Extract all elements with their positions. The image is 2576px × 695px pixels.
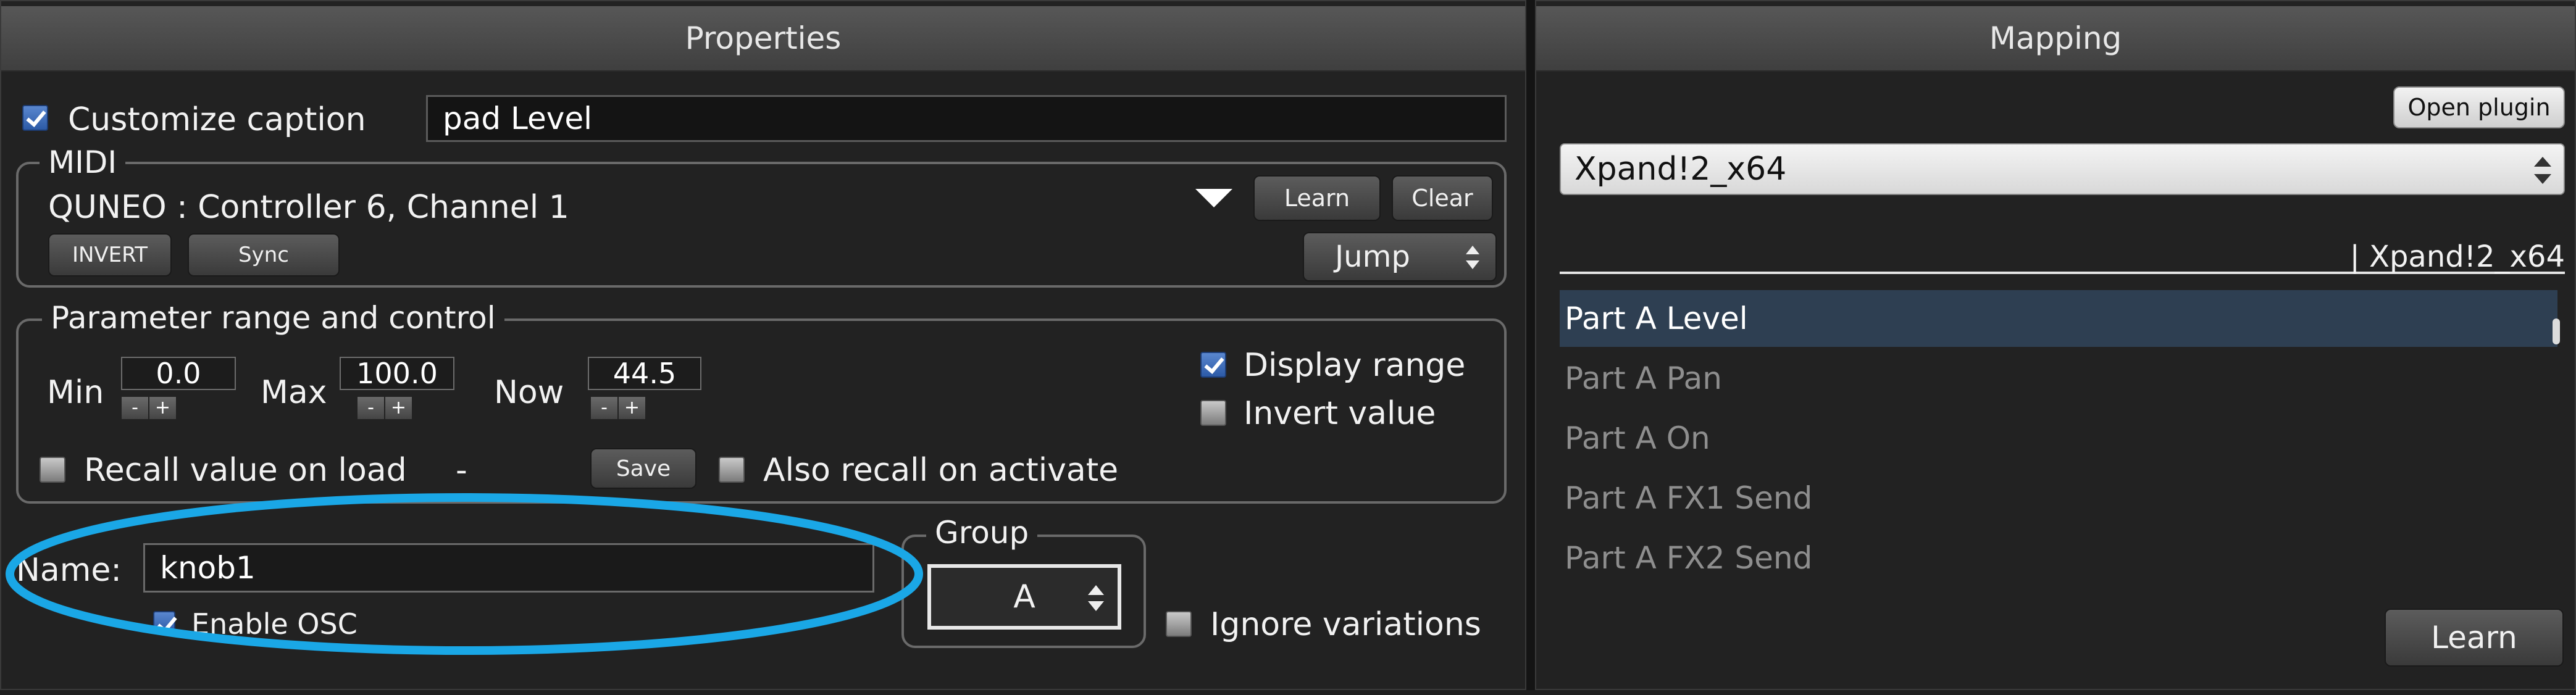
caption-input-value: pad Level — [443, 101, 592, 136]
parameter-range-legend: Parameter range and control — [42, 302, 504, 333]
midi-learn-button[interactable]: Learn — [1253, 175, 1381, 221]
mapping-learn-label: Learn — [2431, 620, 2517, 655]
midi-legend: MIDI — [40, 147, 126, 178]
properties-header: Properties — [1, 6, 1525, 72]
max-label: Max — [261, 374, 327, 411]
parameter-list-item[interactable]: Part A FX2 Send — [1560, 530, 2557, 580]
now-decrement-button[interactable]: - — [590, 396, 618, 420]
parameter-list-item[interactable]: Part A Pan — [1560, 350, 2557, 407]
group-select[interactable]: A — [927, 564, 1121, 630]
plugin-select[interactable]: Xpand!2_x64 — [1560, 143, 2565, 195]
max-increment-button[interactable]: + — [385, 396, 412, 420]
midi-mode-value: Jump — [1335, 239, 1410, 274]
parameter-list-item[interactable]: Part A On — [1560, 410, 2557, 467]
min-label: Min — [47, 374, 104, 411]
midi-learn-label: Learn — [1284, 185, 1350, 212]
invert-value-label: Invert value — [1244, 395, 1436, 432]
parameter-list-scrollbar[interactable] — [2553, 318, 2560, 344]
parameter-list-item[interactable]: Part A Level — [1560, 290, 2557, 347]
max-value-text: 100.0 — [356, 357, 438, 390]
plugin-select-value: Xpand!2_x64 — [1574, 151, 1787, 188]
also-recall-checkbox[interactable] — [719, 457, 745, 483]
display-range-checkbox[interactable] — [1200, 352, 1226, 378]
mapping-title: Mapping — [1989, 20, 2122, 56]
panel-splitter[interactable] — [1526, 0, 1535, 690]
now-stepper[interactable]: - + — [590, 396, 646, 420]
midi-source-label: QUNEO : Controller 6, Channel 1 — [48, 189, 569, 226]
min-increment-button[interactable]: + — [149, 396, 177, 420]
properties-title: Properties — [685, 20, 842, 56]
mapping-header: Mapping — [1536, 6, 2575, 72]
now-value-text: 44.5 — [613, 357, 677, 390]
updown-arrows-icon — [1466, 246, 1479, 269]
min-stepper[interactable]: - + — [121, 396, 177, 420]
min-decrement-button[interactable]: - — [121, 396, 149, 420]
max-value[interactable]: 100.0 — [340, 357, 454, 390]
now-increment-button[interactable]: + — [618, 396, 646, 420]
group-value: A — [1013, 578, 1035, 615]
save-label: Save — [616, 456, 671, 481]
max-decrement-button[interactable]: - — [357, 396, 385, 420]
app-window: Properties Customize caption pad Level M… — [0, 0, 2576, 695]
min-value[interactable]: 0.0 — [121, 357, 236, 390]
mapping-column-header-label: | Xpand!2_x64 — [2349, 239, 2565, 274]
invert-value-checkbox[interactable] — [1200, 400, 1226, 426]
midi-dropdown-arrow-icon[interactable] — [1195, 189, 1232, 209]
midi-clear-button[interactable]: Clear — [1392, 175, 1493, 221]
display-range-label: Display range — [1244, 347, 1466, 384]
updown-arrows-icon — [2534, 157, 2551, 184]
midi-clear-label: Clear — [1411, 185, 1473, 212]
customize-caption-label: Customize caption — [68, 101, 366, 138]
max-stepper[interactable]: - + — [357, 396, 412, 420]
sync-button[interactable]: Sync — [188, 233, 340, 277]
now-value[interactable]: 44.5 — [588, 357, 701, 390]
mapping-column-header: | Xpand!2_x64 — [1560, 238, 2565, 274]
min-value-text: 0.0 — [156, 357, 201, 390]
parameter-list: Part A Level Part A Pan Part A On Part A FX… — [1560, 290, 2565, 580]
updown-arrows-icon — [1088, 585, 1104, 611]
invert-button[interactable]: INVERT — [48, 233, 172, 277]
midi-mode-select[interactable]: Jump — [1303, 232, 1497, 281]
mapping-learn-button[interactable]: Learn — [2385, 609, 2564, 667]
open-plugin-label: Open plugin — [2407, 94, 2551, 121]
open-plugin-button[interactable]: Open plugin — [2393, 86, 2565, 128]
sync-label: Sync — [238, 243, 289, 267]
recall-value-checkbox[interactable] — [40, 457, 65, 483]
invert-label: INVERT — [72, 243, 148, 267]
now-label: Now — [494, 374, 564, 411]
highlight-ellipse-annotation — [6, 493, 923, 655]
ignore-variations-label: Ignore variations — [1210, 606, 1481, 643]
caption-input[interactable]: pad Level — [426, 95, 1507, 142]
customize-caption-checkbox[interactable] — [22, 105, 48, 131]
ignore-variations-checkbox[interactable] — [1166, 611, 1192, 637]
parameter-list-item[interactable]: Part A FX1 Send — [1560, 470, 2557, 526]
